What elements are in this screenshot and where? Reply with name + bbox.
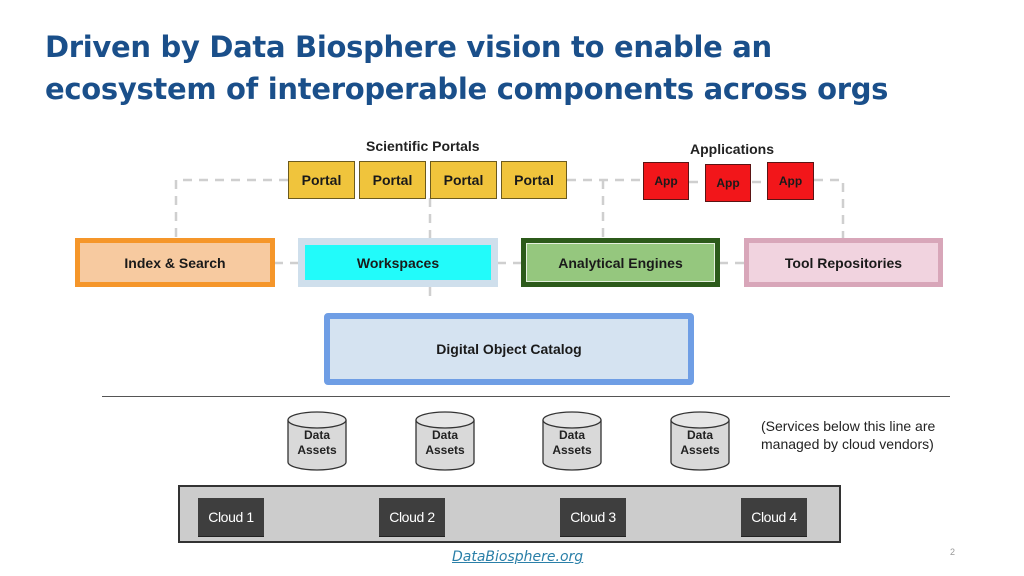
data-assets-label: Data Assets [297,428,337,457]
note-line-1: (Services below this line are [761,418,936,434]
data-assets-label: Data Assets [425,428,465,457]
scientific-portals-label: Scientific Portals [366,138,480,154]
cloud-vendor-note: (Services below this line are managed by… [761,417,935,453]
data-assets-cylinder-1: Data Assets [286,410,348,472]
analytical-engines-box: Analytical Engines [521,238,720,287]
app-box-3: App [767,162,814,200]
workspaces-box: Workspaces [298,238,498,287]
portal-box-4: Portal [501,161,567,199]
data-assets-label: Data Assets [552,428,592,457]
app-box-2: App [705,164,751,202]
cloud-box-2: Cloud 2 [379,498,445,536]
cloud-box-4: Cloud 4 [741,498,807,536]
page-number: 2 [950,547,956,557]
connector-apps-right [814,178,845,238]
index-search-box: Index & Search [75,238,275,287]
data-assets-cylinder-2: Data Assets [414,410,476,472]
portal-box-2: Portal [359,161,426,199]
data-assets-cylinder-4: Data Assets [669,410,731,472]
app-box-1: App [643,162,689,200]
portal-box-1: Portal [288,161,355,199]
digital-object-catalog-box: Digital Object Catalog [324,313,694,385]
tool-repositories-box: Tool Repositories [744,238,943,287]
connector-portals-to-index [174,178,288,238]
data-assets-label: Data Assets [680,428,720,457]
vendor-divider-line [102,396,950,397]
databiosphere-link[interactable]: DataBiosphere.org [452,549,583,565]
note-line-2: managed by cloud vendors) [761,436,934,452]
portal-box-3: Portal [430,161,497,199]
data-assets-cylinder-3: Data Assets [541,410,603,472]
cloud-box-3: Cloud 3 [560,498,626,536]
applications-label: Applications [690,141,775,157]
cloud-box-1: Cloud 1 [198,498,264,536]
